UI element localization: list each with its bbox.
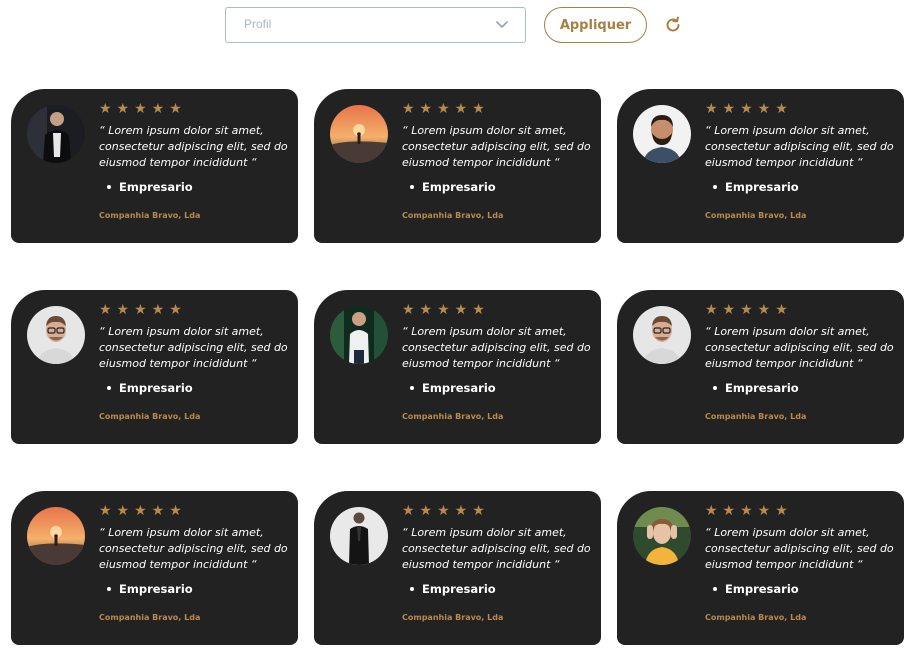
star-rating: ★★★★★: [402, 302, 490, 318]
testimonial-quote: “ Lorem ipsum dolor sit amet, consectetu…: [99, 325, 288, 370]
star-rating: ★★★★★: [402, 503, 490, 519]
role-item: Empresario: [713, 180, 799, 194]
bullet-icon: [107, 385, 111, 390]
avatar: [330, 105, 388, 163]
testimonial-card: ★★★★★ “ Lorem ipsum dolor sit amet, conse…: [11, 491, 298, 645]
role-item: Empresario: [713, 381, 799, 395]
testimonial-card: ★★★★★ “ Lorem ipsum dolor sit amet, conse…: [617, 89, 904, 243]
role-item: Empresario: [107, 381, 193, 395]
avatar: [27, 105, 85, 163]
avatar: [330, 306, 388, 364]
role-label: Empresario: [119, 180, 193, 194]
role-item: Empresario: [713, 582, 799, 596]
company-name: Companhia Bravo, Lda: [99, 211, 201, 220]
testimonial-quote: “ Lorem ipsum dolor sit amet, consectetu…: [402, 325, 591, 370]
role-label: Empresario: [422, 582, 496, 596]
profile-select-value: Profil: [244, 17, 272, 31]
bullet-icon: [713, 586, 717, 591]
company-name: Companhia Bravo, Lda: [99, 412, 201, 421]
bullet-icon: [410, 586, 414, 591]
testimonial-quote: “ Lorem ipsum dolor sit amet, consectetu…: [705, 325, 894, 370]
bullet-icon: [107, 586, 111, 591]
testimonial-card: ★★★★★ “ Lorem ipsum dolor sit amet, conse…: [314, 290, 601, 444]
avatar: [633, 105, 691, 163]
star-rating: ★★★★★: [705, 302, 793, 318]
role-label: Empresario: [725, 381, 799, 395]
testimonial-card: ★★★★★ “ Lorem ipsum dolor sit amet, conse…: [314, 491, 601, 645]
testimonial-card: ★★★★★ “ Lorem ipsum dolor sit amet, conse…: [11, 290, 298, 444]
role-item: Empresario: [107, 582, 193, 596]
company-name: Companhia Bravo, Lda: [402, 412, 504, 421]
company-name: Companhia Bravo, Lda: [402, 211, 504, 220]
company-name: Companhia Bravo, Lda: [99, 613, 201, 622]
avatar: [633, 306, 691, 364]
avatar: [27, 507, 85, 565]
role-item: Empresario: [410, 582, 496, 596]
role-label: Empresario: [422, 180, 496, 194]
star-rating: ★★★★★: [99, 101, 187, 117]
star-rating: ★★★★★: [99, 302, 187, 318]
company-name: Companhia Bravo, Lda: [705, 211, 807, 220]
avatar: [633, 507, 691, 565]
testimonial-card: ★★★★★ “ Lorem ipsum dolor sit amet, conse…: [617, 491, 904, 645]
testimonial-quote: “ Lorem ipsum dolor sit amet, consectetu…: [402, 124, 591, 169]
testimonial-card: ★★★★★ “ Lorem ipsum dolor sit amet, conse…: [617, 290, 904, 444]
testimonial-card: ★★★★★ “ Lorem ipsum dolor sit amet, conse…: [11, 89, 298, 243]
testimonial-quote: “ Lorem ipsum dolor sit amet, consectetu…: [705, 526, 894, 571]
role-item: Empresario: [410, 180, 496, 194]
role-label: Empresario: [119, 381, 193, 395]
avatar: [330, 507, 388, 565]
role-item: Empresario: [410, 381, 496, 395]
testimonial-quote: “ Lorem ipsum dolor sit amet, consectetu…: [99, 526, 288, 571]
star-rating: ★★★★★: [402, 101, 490, 117]
company-name: Companhia Bravo, Lda: [402, 613, 504, 622]
testimonial-card: ★★★★★ “ Lorem ipsum dolor sit amet, conse…: [314, 89, 601, 243]
company-name: Companhia Bravo, Lda: [705, 613, 807, 622]
role-label: Empresario: [119, 582, 193, 596]
testimonial-quote: “ Lorem ipsum dolor sit amet, consectetu…: [99, 124, 288, 169]
apply-button[interactable]: Appliquer: [544, 7, 647, 43]
role-label: Empresario: [725, 180, 799, 194]
bullet-icon: [713, 385, 717, 390]
star-rating: ★★★★★: [705, 503, 793, 519]
company-name: Companhia Bravo, Lda: [705, 412, 807, 421]
role-label: Empresario: [422, 381, 496, 395]
star-rating: ★★★★★: [705, 101, 793, 117]
testimonial-quote: “ Lorem ipsum dolor sit amet, consectetu…: [705, 124, 894, 169]
avatar: [27, 306, 85, 364]
bullet-icon: [410, 385, 414, 390]
bullet-icon: [713, 184, 717, 189]
star-rating: ★★★★★: [99, 503, 187, 519]
role-label: Empresario: [725, 582, 799, 596]
refresh-icon[interactable]: [663, 15, 683, 35]
bullet-icon: [410, 184, 414, 189]
profile-select[interactable]: Profil: [225, 7, 526, 43]
chevron-down-icon: [496, 21, 508, 28]
bullet-icon: [107, 184, 111, 189]
role-item: Empresario: [107, 180, 193, 194]
testimonial-quote: “ Lorem ipsum dolor sit amet, consectetu…: [402, 526, 591, 571]
